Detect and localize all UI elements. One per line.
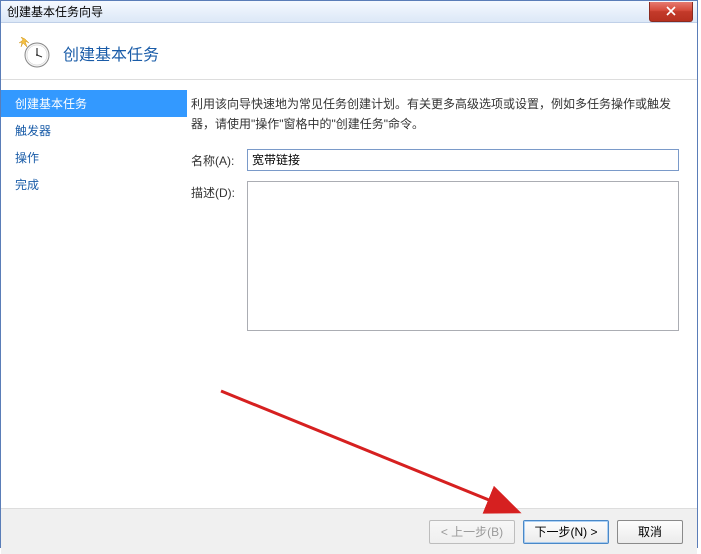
close-icon (666, 6, 676, 16)
wizard-body: 创建基本任务 触发器 操作 完成 利用该向导快速地为常见任务创建计划。有关更多高… (1, 80, 697, 508)
close-button[interactable] (649, 2, 693, 22)
name-label: 名称(A): (191, 149, 247, 169)
wizard-footer: < 上一步(B) 下一步(N) > 取消 (1, 508, 697, 554)
sidebar-item-finish[interactable]: 完成 (1, 171, 187, 198)
task-icon (19, 37, 51, 69)
page-title: 创建基本任务 (63, 41, 159, 65)
name-row: 名称(A): (191, 149, 679, 171)
next-button[interactable]: 下一步(N) > (523, 520, 609, 544)
back-button: < 上一步(B) (429, 520, 515, 544)
sidebar-item-label: 创建基本任务 (15, 97, 87, 111)
cancel-button[interactable]: 取消 (617, 520, 683, 544)
sidebar-item-action[interactable]: 操作 (1, 144, 187, 171)
sidebar-item-label: 触发器 (15, 124, 51, 138)
wizard-content: 利用该向导快速地为常见任务创建计划。有关更多高级选项或设置，例如多任务操作或触发… (187, 80, 697, 508)
sidebar-item-trigger[interactable]: 触发器 (1, 117, 187, 144)
sidebar-item-create-task[interactable]: 创建基本任务 (1, 90, 187, 117)
name-input[interactable] (247, 149, 679, 171)
wizard-header: 创建基本任务 (1, 23, 697, 80)
sidebar: 创建基本任务 触发器 操作 完成 (1, 80, 187, 508)
intro-text: 利用该向导快速地为常见任务创建计划。有关更多高级选项或设置，例如多任务操作或触发… (191, 94, 679, 135)
wizard-window: 创建基本任务向导 创建基本任务 创建基本任务 触发器 (0, 0, 698, 548)
sidebar-item-label: 完成 (15, 178, 39, 192)
description-input[interactable] (247, 181, 679, 331)
window-title: 创建基本任务向导 (7, 3, 103, 20)
titlebar: 创建基本任务向导 (1, 1, 697, 23)
sidebar-item-label: 操作 (15, 151, 39, 165)
description-label: 描述(D): (191, 181, 247, 201)
description-row: 描述(D): (191, 181, 679, 331)
